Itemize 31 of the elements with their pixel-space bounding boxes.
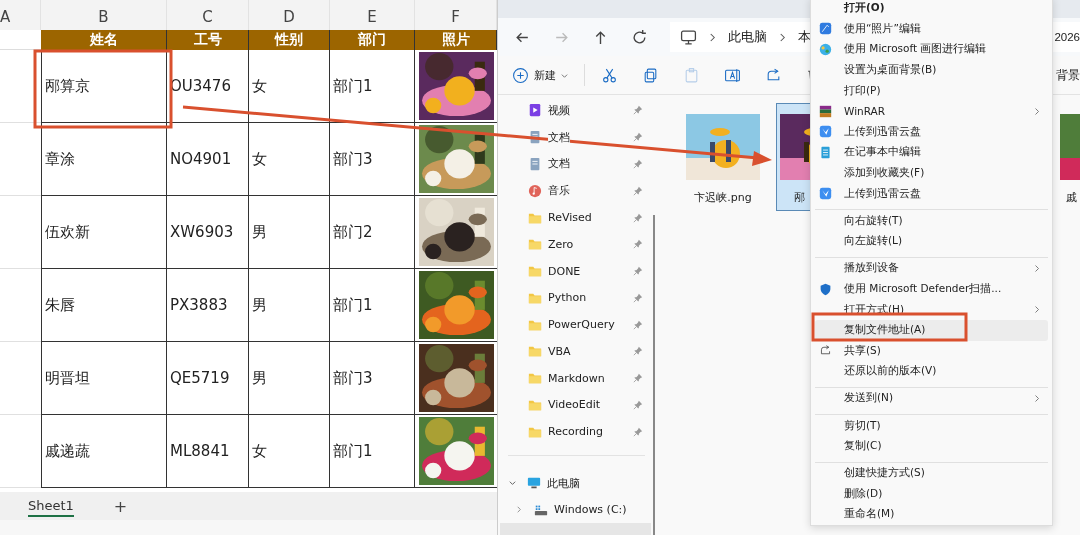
table-cell: 部门3 — [330, 123, 415, 196]
table-cell: 邴算京 — [41, 50, 167, 123]
table-cell: 女 — [249, 50, 330, 123]
header-cell: 部门 — [330, 30, 415, 50]
table-cell: 部门2 — [330, 196, 415, 269]
header-cell: 姓名 — [41, 30, 167, 50]
table-cell: PX3883 — [167, 269, 249, 342]
table-cell: 男 — [249, 269, 330, 342]
table-cell: 部门3 — [330, 342, 415, 415]
table-cell: 伍欢新 — [41, 196, 167, 269]
header-cell: 工号 — [167, 30, 249, 50]
header-cell: 性别 — [249, 30, 330, 50]
table-cell: 章涂 — [41, 123, 167, 196]
table-cell: 男 — [249, 196, 330, 269]
table-cell: ML8841 — [167, 415, 249, 488]
table-cell: XW6903 — [167, 196, 249, 269]
table-cell: 朱唇 — [41, 269, 167, 342]
table-cell: 女 — [249, 123, 330, 196]
address-text: 2026 — [1054, 31, 1080, 43]
toolbar-label: 背景 — [1056, 66, 1080, 84]
table-cell: 部门1 — [330, 50, 415, 123]
table-cell: QE5719 — [167, 342, 249, 415]
table-cell: 部门1 — [330, 415, 415, 488]
table-cell: 女 — [249, 415, 330, 488]
table-cell: 部门1 — [330, 269, 415, 342]
table-cell: 戚递蔬 — [41, 415, 167, 488]
table-cell: 明晋坦 — [41, 342, 167, 415]
table-cell: OU3476 — [167, 50, 249, 123]
table-cell: 男 — [249, 342, 330, 415]
table-cell: NO4901 — [167, 123, 249, 196]
header-cell: 照片 — [415, 30, 497, 50]
